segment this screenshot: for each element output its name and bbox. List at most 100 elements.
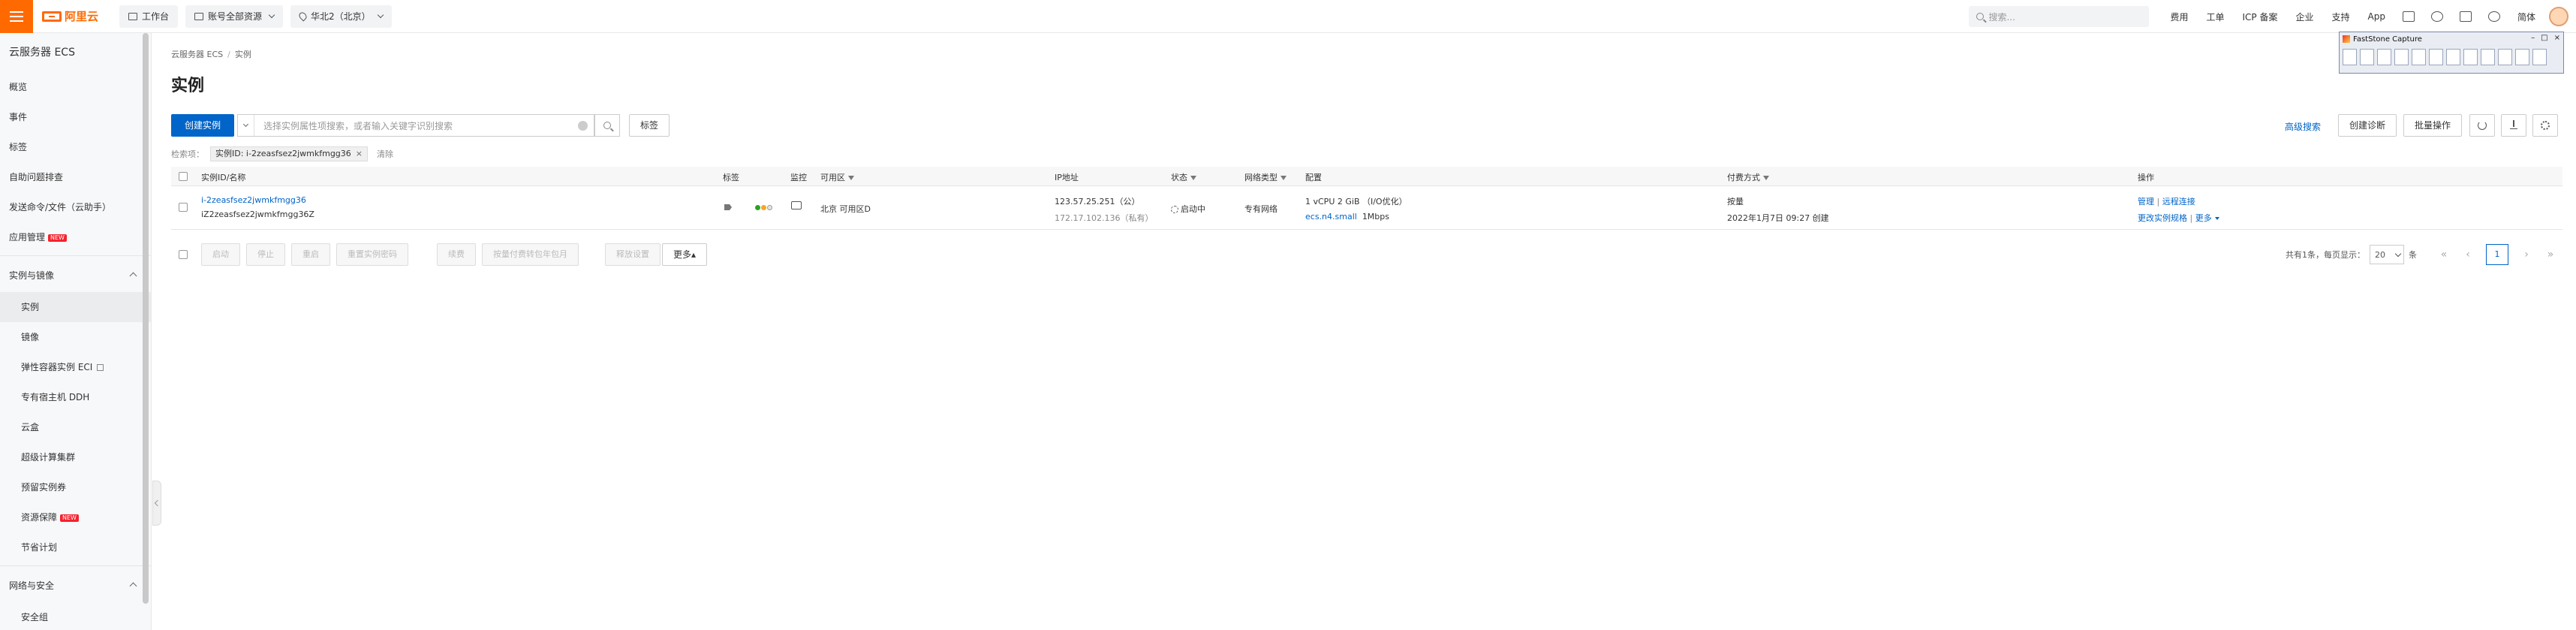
current-page[interactable]: 1 xyxy=(2486,244,2508,265)
sidebar-item-app-management[interactable]: 应用管理 NEW xyxy=(0,222,151,252)
row-checkbox[interactable] xyxy=(179,203,188,212)
release-settings-button[interactable]: 释放设置 xyxy=(605,243,661,266)
cart-icon[interactable] xyxy=(2459,11,2472,22)
batch-operations-button[interactable]: 批量操作 xyxy=(2403,114,2463,137)
sidebar-item-cloud-assistant[interactable]: 发送命令/文件（云助手） xyxy=(0,192,151,222)
sidebar-item-images[interactable]: 镜像 xyxy=(0,322,151,352)
sidebar-item-instances[interactable]: 实例 xyxy=(0,292,151,322)
close-icon[interactable]: × xyxy=(356,147,363,161)
capture-tool-icon[interactable] xyxy=(2463,49,2478,65)
sidebar-item-savings-plan[interactable]: 节省计划 xyxy=(0,532,151,562)
sidebar-item-reserved-instances[interactable]: 预留实例券 xyxy=(0,472,151,502)
nav-link-support[interactable]: 支持 xyxy=(2332,11,2350,23)
clear-icon[interactable] xyxy=(578,120,588,131)
restart-button[interactable]: 重启 xyxy=(291,243,330,266)
create-diagnosis-button[interactable]: 创建诊断 xyxy=(2338,114,2397,137)
clear-filters-link[interactable]: 清除 xyxy=(377,148,393,160)
prev-page-button[interactable]: ‹ xyxy=(2459,249,2477,261)
sidebar-item-security-groups[interactable]: 安全组 xyxy=(0,602,151,630)
menu-icon[interactable] xyxy=(0,0,33,33)
nav-link-enterprise[interactable]: 企业 xyxy=(2296,11,2314,23)
capture-tool-icon[interactable] xyxy=(2498,49,2512,65)
col-header-status[interactable]: 状态 xyxy=(1171,171,1196,183)
nav-link-ticket[interactable]: 工单 xyxy=(2207,11,2225,23)
language-switch[interactable]: 简体 xyxy=(2517,11,2535,23)
capture-tool-icon[interactable] xyxy=(2446,49,2460,65)
capture-tool-icon[interactable] xyxy=(2377,49,2391,65)
sidebar-item-tags[interactable]: 标签 xyxy=(0,132,151,162)
filter-property-dropdown[interactable] xyxy=(238,115,254,136)
tag-filter-button[interactable]: 标签 xyxy=(629,114,670,137)
faststone-titlebar[interactable]: FastStone Capture – □ × xyxy=(2340,32,2563,46)
sidebar-collapse-handle[interactable] xyxy=(152,481,161,526)
sidebar-scrollbar[interactable] xyxy=(143,33,149,604)
advanced-search-link[interactable]: 高级搜索 xyxy=(2285,120,2321,133)
more-button[interactable]: 更多▴ xyxy=(662,243,708,266)
sidebar-item-troubleshoot[interactable]: 自助问题排查 xyxy=(0,162,151,192)
settings-button[interactable] xyxy=(2532,114,2558,137)
capture-tool-icon[interactable] xyxy=(2412,49,2426,65)
bell-icon[interactable] xyxy=(2430,11,2443,22)
capture-tool-icon[interactable] xyxy=(2515,49,2529,65)
capture-tool-icon[interactable] xyxy=(2429,49,2443,65)
message-icon[interactable] xyxy=(2402,11,2415,22)
capture-tool-icon[interactable] xyxy=(2394,49,2409,65)
manage-link[interactable]: 管理 xyxy=(2138,197,2154,206)
select-all-checkbox[interactable] xyxy=(179,172,188,181)
capture-tool-icon[interactable] xyxy=(2360,49,2374,65)
remote-connect-link[interactable]: 远程连接 xyxy=(2162,197,2195,206)
avatar[interactable] xyxy=(2549,7,2568,26)
change-spec-link[interactable]: 更改实例规格 xyxy=(2138,213,2187,223)
col-header-billing[interactable]: 付费方式 xyxy=(1727,171,1769,183)
sidebar-item-ddh[interactable]: 专有宿主机 DDH xyxy=(0,382,151,412)
tag-cell[interactable] xyxy=(724,203,732,213)
sidebar-item-resource-assurance[interactable]: 资源保障 NEW xyxy=(0,502,151,532)
close-button[interactable]: × xyxy=(2554,34,2560,42)
reset-password-button[interactable]: 重置实例密码 xyxy=(336,243,408,266)
stop-button[interactable]: 停止 xyxy=(246,243,285,266)
ip-cell: 123.57.25.251（公） 172.17.102.136（私有） xyxy=(1055,195,1153,224)
breadcrumb-ecs[interactable]: 云服务器 ECS xyxy=(171,50,223,59)
first-page-button[interactable]: « xyxy=(2435,249,2453,261)
next-page-button[interactable]: › xyxy=(2517,249,2535,261)
region-dropdown[interactable]: 华北2（北京） xyxy=(290,5,392,28)
sidebar-item-eci[interactable]: 弹性容器实例 ECI xyxy=(0,352,151,382)
start-button[interactable]: 启动 xyxy=(201,243,240,266)
capture-tool-icon[interactable] xyxy=(2532,49,2547,65)
faststone-capture-toolbar[interactable]: FastStone Capture – □ × xyxy=(2339,32,2564,74)
capture-tool-icon[interactable] xyxy=(2343,49,2357,65)
sidebar-group-network-security[interactable]: 网络与安全 xyxy=(0,569,151,602)
help-icon[interactable] xyxy=(2487,11,2500,22)
sidebar-item-events[interactable]: 事件 xyxy=(0,102,151,132)
maximize-button[interactable]: □ xyxy=(2541,34,2547,42)
workbench-button[interactable]: 工作台 xyxy=(119,5,179,28)
last-page-button[interactable]: » xyxy=(2541,249,2559,261)
nav-link-icp[interactable]: ICP 备案 xyxy=(2243,11,2278,23)
sidebar-group-instances-images[interactable]: 实例与镜像 xyxy=(0,259,151,292)
search-button[interactable] xyxy=(594,114,620,137)
more-actions-dropdown[interactable]: 更多 xyxy=(2195,213,2219,223)
bulk-select-checkbox[interactable] xyxy=(179,250,188,259)
nav-link-app[interactable]: App xyxy=(2368,11,2385,22)
create-instance-button[interactable]: 创建实例 xyxy=(171,114,235,137)
export-button[interactable] xyxy=(2501,114,2526,137)
instance-filter-input[interactable]: 选择实例属性项搜索，或者输入关键字识别搜索 xyxy=(237,114,594,137)
brand-logo[interactable]: 阿里云 xyxy=(42,8,98,24)
sidebar-item-scc[interactable]: 超级计算集群 xyxy=(0,442,151,472)
monitor-cell[interactable] xyxy=(791,201,802,212)
col-header-network[interactable]: 网络类型 xyxy=(1244,171,1286,183)
instance-id-link[interactable]: i-2zeasfsez2jwmkfmgg36 xyxy=(201,195,314,205)
capture-tool-icon[interactable] xyxy=(2481,49,2495,65)
account-resources-dropdown[interactable]: 账号全部资源 xyxy=(185,5,284,28)
nav-link-billing[interactable]: 费用 xyxy=(2170,11,2188,23)
renew-button[interactable]: 续费 xyxy=(437,243,476,266)
instance-type-link[interactable]: ecs.n4.small xyxy=(1305,212,1357,222)
sidebar-item-cloud-box[interactable]: 云盒 xyxy=(0,412,151,442)
refresh-button[interactable] xyxy=(2469,114,2495,137)
sidebar-item-overview[interactable]: 概览 xyxy=(0,72,151,102)
global-search-input[interactable]: 搜索... xyxy=(1969,6,2150,27)
col-header-zone[interactable]: 可用区 xyxy=(820,171,854,183)
page-size-select[interactable]: 20 xyxy=(2370,245,2404,264)
minimize-button[interactable]: – xyxy=(2531,34,2535,42)
convert-subscription-button[interactable]: 按量付费转包年包月 xyxy=(482,243,579,266)
